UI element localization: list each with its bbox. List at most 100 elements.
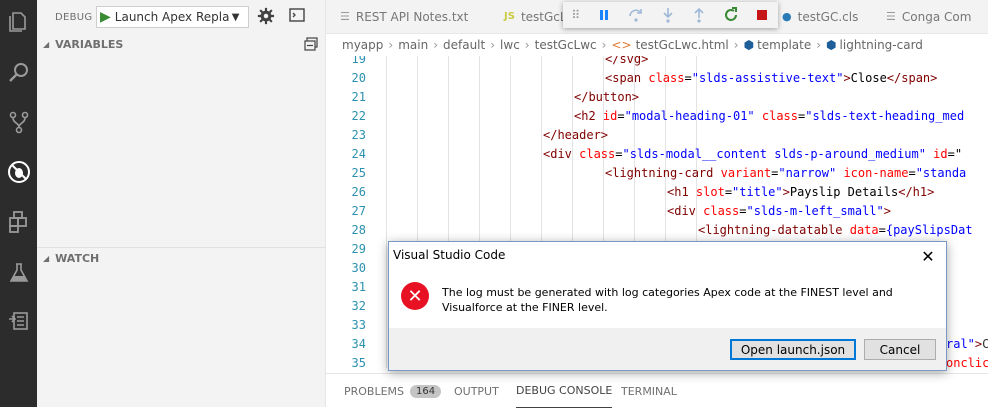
code-token: class bbox=[579, 147, 616, 161]
cancel-button[interactable]: Cancel bbox=[864, 339, 936, 360]
code-token: > bbox=[843, 71, 851, 85]
tab-label: testGC.cls bbox=[797, 9, 859, 24]
dialog-title-bar: Visual Studio Code ✕ bbox=[389, 242, 946, 270]
variables-title: VARIABLES bbox=[55, 37, 124, 51]
code-token: <h2 bbox=[574, 109, 603, 123]
gripper-icon[interactable]: ⠿ bbox=[563, 2, 589, 28]
source-control-icon[interactable] bbox=[0, 105, 37, 139]
launch-config-select[interactable]: ▶ Launch Apex Repla ▼ bbox=[96, 6, 249, 28]
code-token: <div bbox=[667, 204, 704, 218]
code-token: Payslip Details bbox=[789, 185, 899, 199]
dialog-footer: Open launch.json Cancel bbox=[389, 328, 946, 370]
tab-terminal[interactable]: TERMINAL bbox=[621, 374, 677, 408]
js-icon: JS bbox=[504, 11, 515, 22]
code-line: 21 </button> bbox=[326, 88, 988, 107]
tab-problems[interactable]: PROBLEMS 164 bbox=[344, 374, 442, 408]
code-token: "standa bbox=[915, 166, 967, 180]
breadcrumb-item[interactable]: testGcLwc.html bbox=[636, 38, 729, 52]
files-icon[interactable] bbox=[0, 5, 37, 39]
collapse-all-icon[interactable] bbox=[304, 37, 318, 51]
breadcrumb-item[interactable]: template bbox=[757, 38, 811, 52]
variables-section-header[interactable]: ◢ VARIABLES bbox=[37, 34, 325, 54]
code-line: 23 </header> bbox=[326, 126, 988, 145]
code-token: Close bbox=[850, 71, 887, 85]
code-token: "slds-text-heading_med bbox=[805, 109, 965, 123]
panel-tabs: PROBLEMS 164 OUTPUT DEBUG CONSOLE TERMIN… bbox=[326, 373, 988, 408]
code-token: =" bbox=[947, 147, 963, 161]
debug-icon[interactable] bbox=[0, 155, 37, 189]
launch-config-label: Launch Apex Repla bbox=[114, 10, 230, 24]
html-file-icon: <> bbox=[611, 38, 632, 52]
tab-rest-api-notes[interactable]: ☰ REST API Notes.txt bbox=[340, 0, 468, 33]
code-fragment: ral">C bbox=[946, 335, 988, 354]
code-line: 27 <div class="slds-m-left_small"> bbox=[326, 202, 988, 221]
tab-output[interactable]: OUTPUT bbox=[454, 374, 499, 408]
org-browser-icon[interactable] bbox=[0, 304, 37, 338]
watch-title: WATCH bbox=[55, 251, 100, 265]
code-text: <div class="slds-m-left_small"> bbox=[667, 202, 891, 221]
code-line: 20 <span class="slds-assistive-text">Clos… bbox=[326, 69, 988, 88]
line-number: 23 bbox=[351, 128, 366, 142]
breadcrumb-item[interactable]: myapp bbox=[342, 38, 383, 52]
tab-label: Conga Com bbox=[901, 9, 972, 24]
open-launch-json-button[interactable]: Open launch.json bbox=[730, 339, 856, 360]
tab-testgclwc-js[interactable]: JS testGcL bbox=[504, 0, 567, 33]
code-token: class bbox=[761, 109, 798, 123]
start-debugging-icon[interactable]: ▶ bbox=[100, 9, 111, 25]
code-text: <lightning-card variant = "narrow" icon-na… bbox=[605, 164, 966, 183]
tab-conga[interactable]: ☰ Conga Com bbox=[886, 0, 971, 33]
code-token: ral" bbox=[946, 337, 975, 351]
restart-icon[interactable] bbox=[715, 2, 747, 28]
collapse-icon: ◢ bbox=[43, 253, 50, 263]
code-token: > bbox=[782, 185, 790, 199]
debug-console-icon[interactable] bbox=[289, 8, 305, 22]
search-icon[interactable] bbox=[0, 56, 37, 90]
code-token: </span> bbox=[886, 71, 938, 85]
code-token: > bbox=[883, 204, 891, 218]
pause-icon[interactable] bbox=[589, 2, 621, 28]
extensions-icon[interactable] bbox=[0, 205, 37, 239]
line-number: 19 bbox=[351, 56, 366, 66]
code-token: "slds-assistive-text" bbox=[691, 71, 844, 85]
dialog-message: The log must be generated with log categ… bbox=[442, 286, 893, 314]
code-line: 24 <div class="slds-modal__content slds-p… bbox=[326, 145, 988, 164]
chevron-down-icon[interactable]: ▼ bbox=[232, 12, 240, 23]
code-fragment: onclic bbox=[946, 354, 988, 368]
step-out-icon[interactable] bbox=[683, 2, 715, 28]
code-token: slot bbox=[695, 185, 725, 199]
stop-icon[interactable] bbox=[746, 2, 778, 28]
code-token: </svg> bbox=[605, 56, 649, 66]
tab-label: OUTPUT bbox=[454, 384, 499, 398]
code-token: {paySlipsDat bbox=[885, 223, 973, 237]
code-token: <lightning-datatable bbox=[698, 223, 850, 237]
breadcrumb-item[interactable]: default bbox=[443, 38, 485, 52]
step-over-icon[interactable] bbox=[620, 2, 652, 28]
line-number: 25 bbox=[351, 166, 366, 180]
test-flask-icon[interactable] bbox=[0, 256, 37, 290]
breadcrumb-item[interactable]: testGcLwc bbox=[535, 38, 597, 52]
gear-icon[interactable] bbox=[257, 7, 275, 25]
line-number: 30 bbox=[351, 261, 366, 275]
breadcrumb-item[interactable]: lightning-card bbox=[840, 38, 923, 52]
breadcrumb: myapp › main › default › lwc › testGcLwc… bbox=[326, 34, 988, 56]
error-icon: ✕ bbox=[401, 282, 429, 310]
code-token: <div bbox=[543, 147, 580, 161]
code-token: "slds-m-left_small" bbox=[746, 204, 884, 218]
code-token: = bbox=[684, 71, 692, 85]
step-into-icon[interactable] bbox=[652, 2, 684, 28]
code-token: data bbox=[849, 223, 879, 237]
breadcrumb-item[interactable]: lwc bbox=[500, 38, 520, 52]
close-icon[interactable]: ✕ bbox=[916, 245, 940, 267]
code-text: </header> bbox=[543, 126, 608, 145]
tab-debug-console[interactable]: DEBUG CONSOLE bbox=[516, 374, 613, 408]
line-number: 31 bbox=[351, 280, 366, 294]
code-token: icon-name bbox=[843, 166, 909, 180]
tab-testgc-cls[interactable]: ● testGC.cls bbox=[782, 0, 858, 33]
watch-section-header[interactable]: ◢ WATCH bbox=[37, 247, 325, 268]
code-text: </svg> bbox=[605, 56, 648, 69]
debug-label: DEBUG bbox=[55, 11, 93, 23]
line-number: 35 bbox=[351, 356, 366, 368]
breadcrumb-item[interactable]: main bbox=[398, 38, 428, 52]
code-token: "title" bbox=[732, 185, 783, 199]
line-number: 27 bbox=[351, 204, 366, 218]
